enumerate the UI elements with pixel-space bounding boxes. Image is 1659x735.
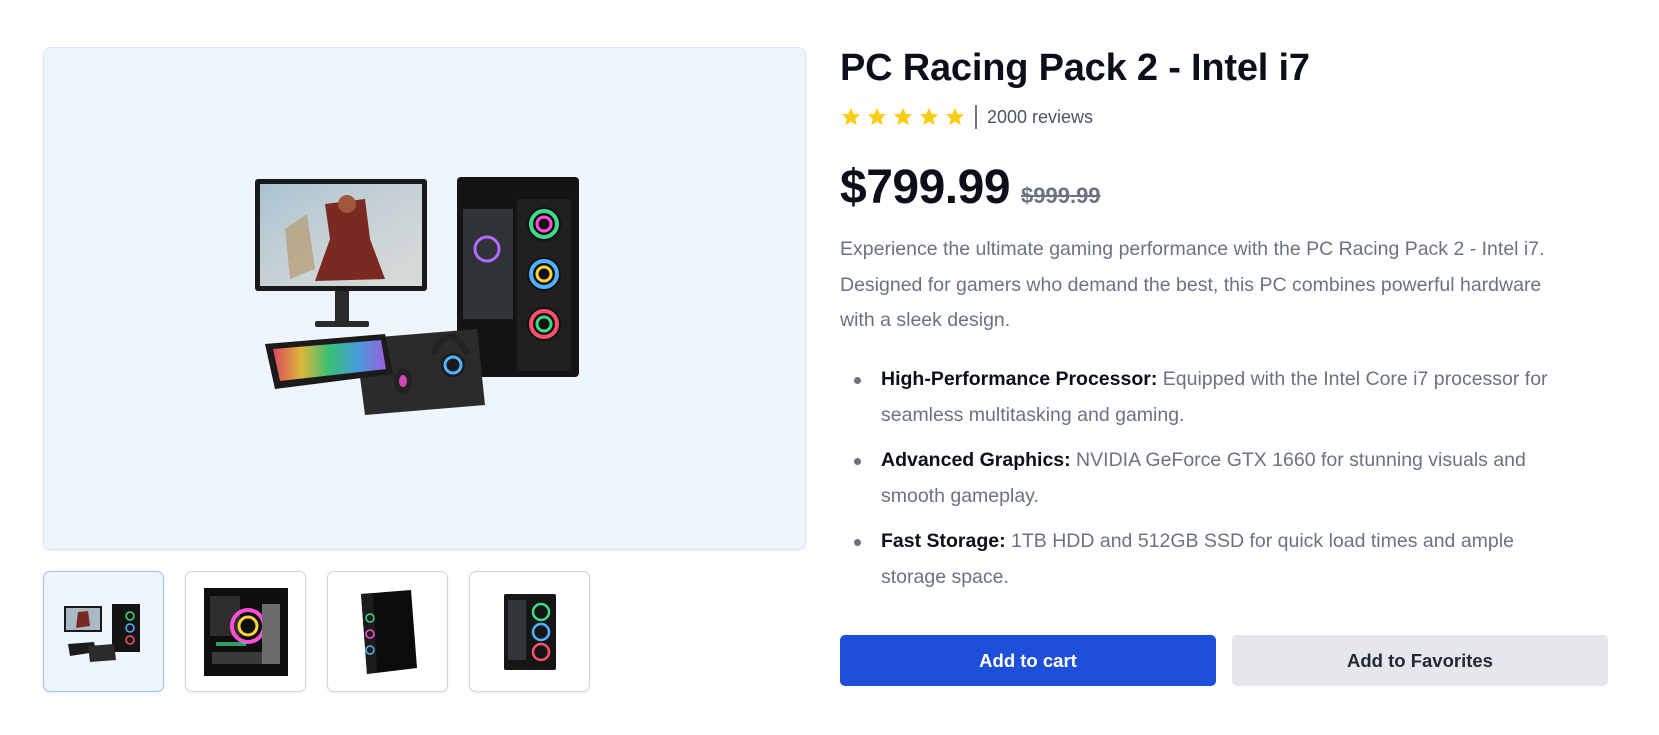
feature-item: Fast Storage: 1TB HDD and 512GB SSD for … <box>840 524 1550 595</box>
current-price: $799.99 <box>840 161 1011 214</box>
bullet-icon <box>854 377 861 384</box>
rating-divider <box>975 105 977 129</box>
feature-label: High-Performance Processor: <box>881 368 1158 390</box>
feature-label: Advanced Graphics: <box>881 449 1071 471</box>
product-description: Experience the ultimate gaming performan… <box>840 238 1545 331</box>
feature-item: Advanced Graphics: NVIDIA GeForce GTX 16… <box>840 443 1550 514</box>
star-rating <box>840 106 966 128</box>
star-icon <box>893 107 913 126</box>
product-title: PC Racing Pack 2 - Intel i7 <box>840 47 1310 89</box>
thumbnail-2[interactable] <box>185 571 306 692</box>
black-case-thumbnail <box>360 589 417 674</box>
star-icon <box>841 107 861 126</box>
pc-bundle-thumbnail <box>63 603 140 662</box>
review-count: 2000 reviews <box>987 106 1094 127</box>
bullet-icon <box>854 458 861 465</box>
original-price: $999.99 <box>1021 183 1101 208</box>
thumbnail-4[interactable] <box>469 571 590 692</box>
star-icon <box>919 107 939 126</box>
feature-list: High-Performance Processor: Equipped wit… <box>840 362 1550 605</box>
pc-interior-thumbnail <box>203 587 288 676</box>
feature-label: Fast Storage: <box>881 530 1006 552</box>
thumbnail-gallery <box>43 571 590 692</box>
star-icon <box>945 107 965 126</box>
main-product-image <box>43 47 806 550</box>
glass-case-thumbnail <box>503 593 556 670</box>
star-icon <box>867 107 887 126</box>
thumbnail-3[interactable] <box>327 571 448 692</box>
feature-item: High-Performance Processor: Equipped wit… <box>840 362 1550 433</box>
price-block: $799.99 $999.99 <box>840 160 1101 215</box>
bullet-icon <box>854 539 861 546</box>
thumbnail-1[interactable] <box>43 571 164 692</box>
pc-bundle-image <box>254 176 579 415</box>
add-to-cart-button[interactable]: Add to cart <box>840 635 1216 686</box>
product-rating: 2000 reviews <box>840 104 1093 130</box>
add-to-favorites-button[interactable]: Add to Favorites <box>1232 635 1608 686</box>
